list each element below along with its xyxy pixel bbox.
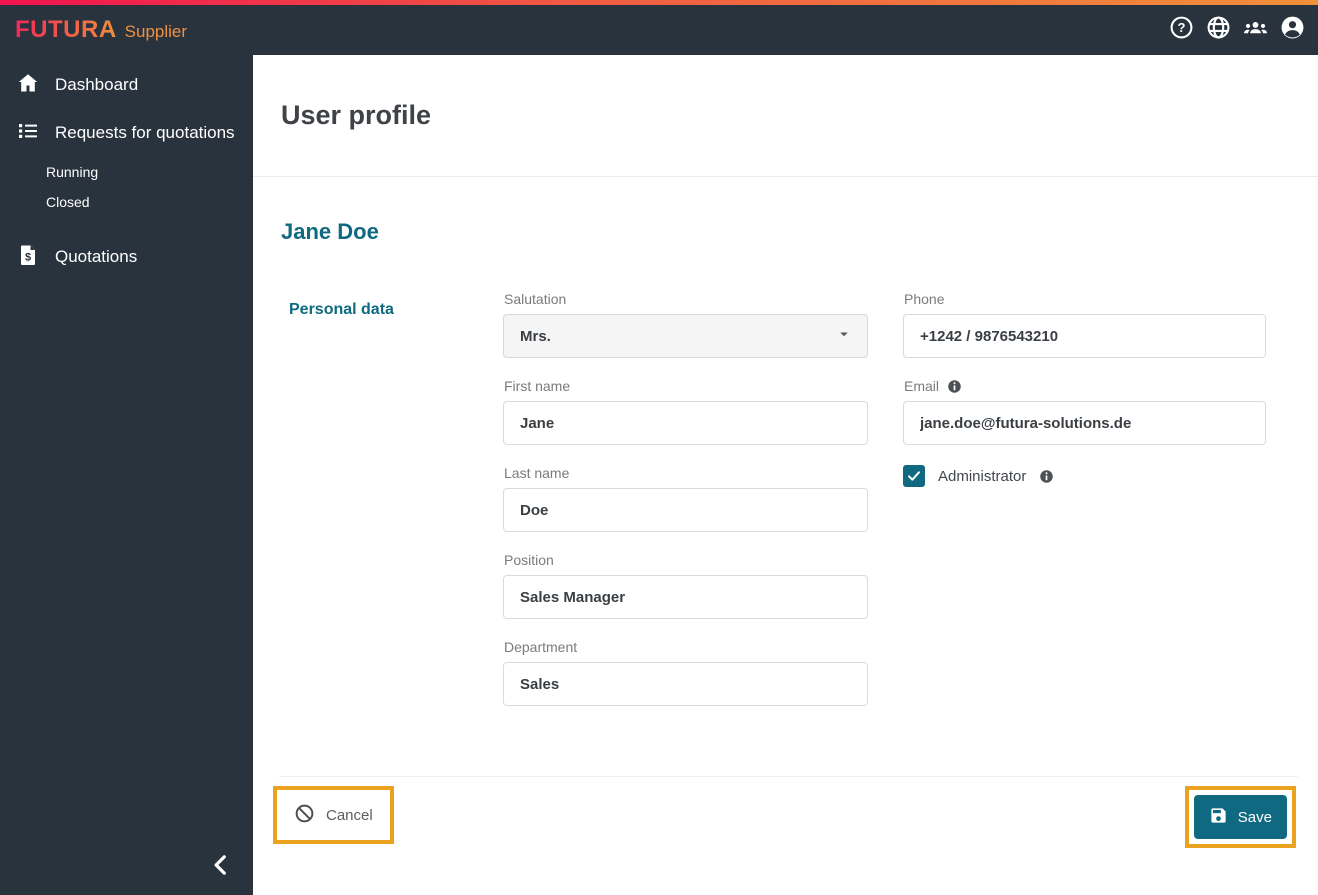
phone-label: Phone (904, 291, 945, 307)
first-name-input[interactable] (503, 401, 868, 445)
position-input[interactable] (503, 575, 868, 619)
page-title: User profile (281, 100, 432, 130)
user-management-button[interactable] (1242, 17, 1268, 43)
salutation-select[interactable]: Mrs. (503, 314, 868, 358)
department-field-group: Department (503, 639, 868, 706)
administrator-checkbox-row: Administrator (903, 465, 1266, 487)
sidebar-collapse-button[interactable] (205, 851, 237, 883)
salutation-value: Mrs. (520, 327, 551, 345)
info-icon[interactable] (947, 379, 962, 394)
last-name-field-group: Last name (503, 465, 868, 532)
sidebar-item-quotations[interactable]: $ Quotations (0, 233, 253, 281)
account-circle-icon (1280, 15, 1305, 45)
first-name-field-group: First name (503, 378, 868, 445)
personal-data-form: Personal data Salutation Mrs. First name… (253, 291, 1318, 726)
sidebar-item-requests-for-quotations[interactable]: Requests for quotations (0, 109, 253, 157)
cancel-highlight-frame: Cancel (273, 786, 394, 844)
salutation-field-group: Salutation Mrs. (503, 291, 868, 358)
app-window: FUTURA Supplier Dashboard Requests for q… (0, 0, 1318, 895)
sidebar-subitem-running[interactable]: Running (0, 157, 253, 187)
info-icon[interactable] (1039, 469, 1054, 484)
cancel-button[interactable]: Cancel (294, 803, 373, 827)
users-group-icon (1243, 15, 1268, 45)
sidebar: FUTURA Supplier Dashboard Requests for q… (0, 5, 253, 895)
page-header: User profile (253, 55, 1318, 177)
phone-field-group: Phone (903, 291, 1266, 358)
block-icon (294, 803, 315, 827)
help-icon: ? (1169, 15, 1194, 45)
email-input[interactable] (903, 401, 1266, 445)
position-label: Position (504, 552, 554, 568)
brand-suffix: Supplier (124, 21, 188, 41)
sidebar-item-dashboard[interactable]: Dashboard (0, 61, 253, 109)
phone-input[interactable] (903, 314, 1266, 358)
section-label-personal-data: Personal data (289, 301, 394, 318)
list-icon (16, 119, 40, 148)
email-field-group: Email (903, 378, 1266, 445)
sidebar-subitem-label: Closed (46, 194, 90, 210)
salutation-label: Salutation (504, 291, 567, 307)
save-button-label: Save (1237, 808, 1272, 826)
brand-name: FUTURA (15, 16, 117, 43)
main-content: User profile Jane Doe Personal data Salu… (253, 55, 1318, 895)
account-button[interactable] (1279, 15, 1305, 45)
cancel-button-label: Cancel (326, 806, 373, 824)
save-icon (1209, 806, 1228, 828)
form-column-right: Phone Email (903, 291, 1266, 726)
position-field-group: Position (503, 552, 868, 619)
chevron-left-icon (208, 852, 234, 883)
language-button[interactable] (1205, 15, 1231, 45)
sidebar-subitem-closed[interactable]: Closed (0, 187, 253, 217)
topbar: ? (253, 5, 1318, 55)
home-icon (16, 71, 40, 100)
department-input[interactable] (503, 662, 868, 706)
form-column-left: Salutation Mrs. First name Jane Last nam… (503, 291, 868, 726)
email-label: Email (904, 378, 940, 394)
sidebar-item-label: Requests for quotations (55, 123, 235, 142)
department-label: Department (504, 639, 578, 655)
help-button[interactable]: ? (1168, 15, 1194, 45)
administrator-checkbox[interactable] (903, 465, 925, 487)
svg-text:?: ? (1177, 20, 1185, 35)
sidebar-item-label: Quotations (55, 247, 138, 266)
save-highlight-frame: Save (1184, 786, 1296, 848)
sidebar-nav: Dashboard Requests for quotations Runnin… (0, 55, 253, 281)
last-name-label: Last name (504, 465, 570, 481)
quotation-document-icon: $ (16, 243, 40, 272)
user-name-heading: Jane Doe (281, 219, 379, 244)
app-logo[interactable]: FUTURA Supplier (0, 5, 253, 55)
save-button[interactable]: Save (1193, 795, 1287, 839)
first-name-label: First name (504, 378, 571, 394)
last-name-input[interactable] (503, 488, 868, 532)
chevron-down-icon (835, 325, 853, 348)
administrator-label: Administrator (938, 467, 1027, 485)
svg-text:$: $ (25, 251, 31, 263)
sidebar-item-label: Dashboard (55, 75, 139, 94)
footer-actions: Cancel Save (253, 777, 1318, 848)
language-globe-icon (1206, 15, 1231, 45)
sidebar-subitem-label: Running (46, 164, 99, 180)
